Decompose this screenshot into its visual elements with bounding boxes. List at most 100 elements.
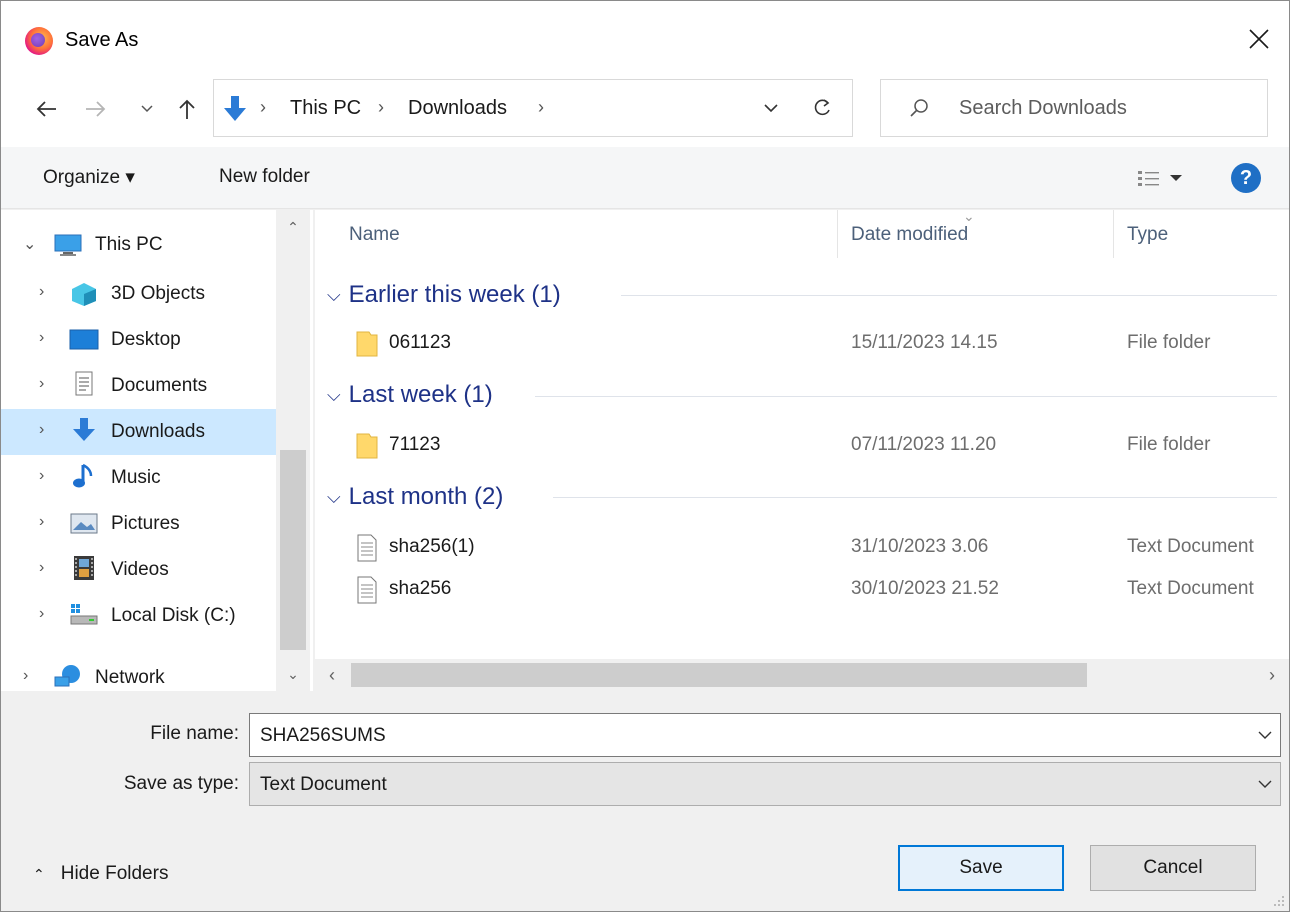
breadcrumb-this-pc[interactable]: This PC bbox=[290, 97, 361, 120]
file-type: Text Document bbox=[1127, 578, 1254, 599]
scroll-up-button[interactable]: ⌃ bbox=[276, 210, 310, 244]
chevron-right-icon[interactable]: › bbox=[39, 421, 44, 439]
recent-locations-button[interactable] bbox=[137, 95, 157, 123]
file-name-value: SHA256SUMS bbox=[260, 725, 386, 746]
save-as-type-label: Save as type: bbox=[123, 773, 239, 794]
tree-item-network[interactable]: › Network bbox=[1, 655, 276, 691]
chevron-right-icon[interactable]: › bbox=[39, 283, 44, 301]
search-box[interactable]: Search Downloads bbox=[880, 79, 1268, 137]
file-row[interactable]: sha256 30/10/2023 21.52 Text Document bbox=[315, 568, 1289, 610]
tree-item-label: Videos bbox=[111, 559, 169, 580]
chevron-right-icon[interactable]: › bbox=[39, 375, 44, 393]
videos-icon bbox=[74, 556, 94, 580]
tree-item-label: Downloads bbox=[111, 421, 205, 442]
resize-grip-icon[interactable] bbox=[1271, 893, 1285, 907]
file-row[interactable]: sha256(1) 31/10/2023 3.06 Text Document bbox=[315, 526, 1289, 568]
group-label: Last week (1) bbox=[348, 381, 493, 408]
file-date: 07/11/2023 11.20 bbox=[851, 434, 997, 455]
tree-item-local-disk[interactable]: › Local Disk (C:) bbox=[1, 593, 276, 639]
group-divider bbox=[553, 497, 1277, 498]
chevron-right-icon[interactable]: › bbox=[39, 605, 44, 623]
save-button[interactable]: Save bbox=[898, 845, 1064, 891]
tree-item-label: Documents bbox=[111, 375, 208, 396]
close-icon bbox=[1249, 29, 1269, 49]
tree-item-music[interactable]: › Music bbox=[1, 455, 276, 501]
refresh-button[interactable] bbox=[793, 79, 853, 137]
tree-item-documents[interactable]: › Documents bbox=[1, 363, 276, 409]
chevron-down-icon: ⌵ bbox=[327, 384, 341, 405]
tree-item-label: Local Disk (C:) bbox=[111, 605, 236, 626]
tree-item-desktop[interactable]: › Desktop bbox=[1, 317, 276, 363]
group-header[interactable]: ⌵ Last week (1) bbox=[327, 376, 493, 414]
column-header-name[interactable]: Name bbox=[349, 224, 400, 246]
downloads-icon bbox=[73, 418, 95, 441]
details-view-icon bbox=[1138, 171, 1159, 186]
search-icon bbox=[910, 99, 928, 117]
scroll-right-button[interactable]: › bbox=[1255, 659, 1289, 691]
computer-icon bbox=[54, 234, 82, 256]
scrollbar-thumb[interactable] bbox=[351, 663, 1087, 687]
navigation-pane-scrollbar[interactable]: ⌃ ⌄ bbox=[276, 210, 310, 691]
address-dropdown-button[interactable] bbox=[751, 79, 791, 137]
tree-item-this-pc[interactable]: ⌄ This PC bbox=[1, 222, 276, 268]
chevron-right-icon[interactable]: › bbox=[39, 559, 44, 577]
sort-indicator-icon: ⌄ bbox=[963, 210, 975, 224]
caret-down-icon bbox=[1170, 175, 1182, 181]
view-options-button[interactable] bbox=[1137, 167, 1187, 189]
group-header[interactable]: ⌵ Last month (2) bbox=[327, 478, 503, 516]
column-header-date-modified[interactable]: Date modified bbox=[851, 224, 968, 246]
chevron-down-icon[interactable]: ⌄ bbox=[23, 234, 36, 254]
chevron-down-icon bbox=[141, 105, 153, 113]
tree-item-downloads[interactable]: › Downloads bbox=[1, 409, 276, 455]
chevron-down-icon bbox=[1258, 780, 1272, 788]
hide-folders-label: Hide Folders bbox=[60, 863, 169, 884]
forward-button[interactable] bbox=[81, 95, 111, 123]
chevron-right-icon[interactable]: › bbox=[39, 329, 44, 347]
downloads-icon bbox=[224, 96, 246, 121]
new-folder-button[interactable]: New folder bbox=[219, 166, 310, 188]
file-row[interactable]: 061123 15/11/2023 14.15 File folder bbox=[315, 322, 1289, 364]
dialog-title: Save As bbox=[65, 29, 139, 51]
chevron-right-icon[interactable]: › bbox=[39, 467, 44, 485]
group-header[interactable]: ⌵ Earlier this week (1) bbox=[327, 276, 561, 314]
chevron-right-icon[interactable]: › bbox=[39, 513, 44, 531]
group-label: Earlier this week (1) bbox=[348, 281, 561, 308]
help-button[interactable]: ? bbox=[1231, 163, 1261, 193]
chevron-up-icon: ⌃ bbox=[33, 865, 45, 882]
file-row[interactable]: 71123 07/11/2023 11.20 File folder bbox=[315, 424, 1289, 466]
breadcrumb-separator: › bbox=[260, 97, 266, 117]
back-button[interactable] bbox=[31, 95, 61, 123]
chevron-right-icon[interactable]: › bbox=[23, 667, 28, 685]
column-divider[interactable] bbox=[1113, 210, 1114, 258]
close-button[interactable] bbox=[1229, 15, 1289, 63]
file-list-pane: Name ⌄ Date modified Type ⌵ Earlier this… bbox=[315, 210, 1289, 691]
file-list-horizontal-scrollbar[interactable]: ‹ › bbox=[315, 659, 1289, 691]
scroll-down-button[interactable]: ⌄ bbox=[276, 657, 310, 691]
pictures-icon bbox=[70, 513, 98, 534]
file-name: sha256(1) bbox=[389, 536, 475, 557]
chevron-down-icon: ⌵ bbox=[327, 284, 341, 305]
chevron-down-icon: ⌵ bbox=[327, 486, 341, 507]
scroll-left-button[interactable]: ‹ bbox=[315, 659, 349, 691]
column-header-type[interactable]: Type bbox=[1127, 224, 1168, 246]
breadcrumb-downloads[interactable]: Downloads bbox=[408, 97, 507, 120]
up-button[interactable] bbox=[173, 95, 201, 123]
search-placeholder: Search Downloads bbox=[959, 97, 1127, 119]
save-as-type-select[interactable]: Text Document bbox=[249, 762, 1281, 806]
forward-arrow-icon bbox=[86, 101, 106, 117]
tree-item-videos[interactable]: › Videos bbox=[1, 547, 276, 593]
tree-item-3d-objects[interactable]: › 3D Objects bbox=[1, 271, 276, 317]
breadcrumb-separator: › bbox=[538, 97, 544, 117]
cancel-button[interactable]: Cancel bbox=[1090, 845, 1256, 891]
tree-item-label: Pictures bbox=[111, 513, 180, 534]
save-as-dialog: Save As › This PC › Downloads › Search D… bbox=[0, 0, 1290, 912]
organize-menu-button[interactable]: Organize ▾ bbox=[43, 166, 135, 189]
hide-folders-button[interactable]: ⌃ Hide Folders bbox=[33, 863, 168, 885]
column-divider[interactable] bbox=[837, 210, 838, 258]
chevron-down-icon[interactable] bbox=[1256, 726, 1274, 744]
file-name-input[interactable]: SHA256SUMS bbox=[249, 713, 1281, 757]
save-as-type-value: Text Document bbox=[260, 774, 387, 795]
local-disk-icon bbox=[70, 604, 98, 625]
scrollbar-thumb[interactable] bbox=[280, 450, 306, 650]
tree-item-pictures[interactable]: › Pictures bbox=[1, 501, 276, 547]
